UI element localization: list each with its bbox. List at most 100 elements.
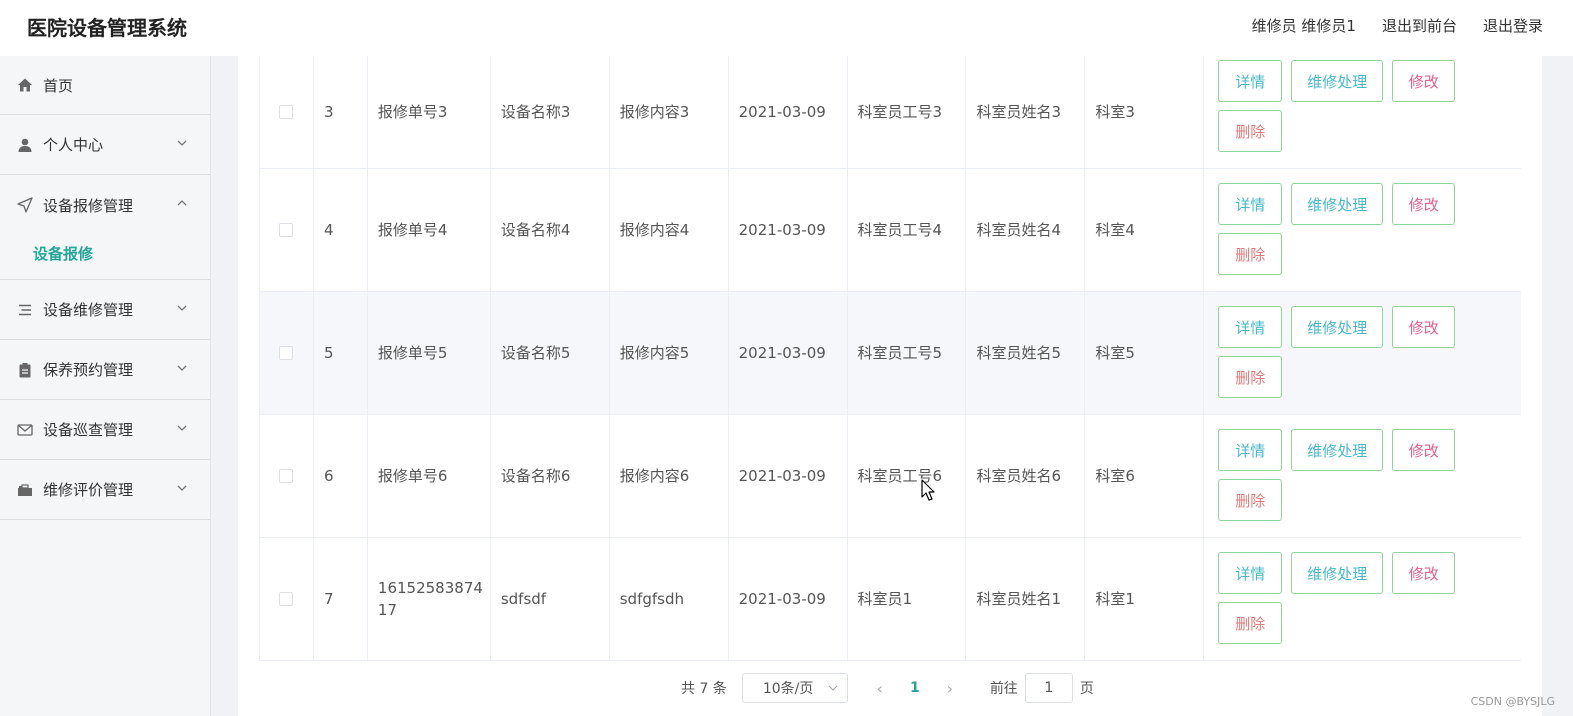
row-checkbox[interactable] [279,223,294,237]
prev-page-button[interactable]: ‹ [860,679,900,698]
row-actions-cell: 详情 维修处理 修改删除 [1204,538,1521,660]
table-row: 7 1615258387417 sdfsdf sdfgfsdh 2021-03-09 科室… [260,538,1521,661]
repair-date-cell: 2021-03-09 [729,169,848,291]
pagination-total: 共 7 条 [681,681,727,697]
repair-order-number-cell: 报修单号5 [368,292,491,414]
page-number[interactable]: 1 [900,680,930,696]
row-checkbox[interactable] [279,346,294,360]
delete-button[interactable]: 删除 [1218,356,1283,398]
chevron-down-icon [177,140,187,146]
staff-name-cell: 科室员姓名1 [966,538,1086,660]
row-index-cell: 3 [314,56,368,168]
row-checkbox-cell [260,415,314,537]
row-checkbox[interactable] [279,105,294,119]
repair-process-button[interactable]: 维修处理 [1291,183,1384,225]
repair-table: 3 报修单号3 设备名称3 报修内容3 2021-03-09 科室员工号3 科室员姓名3 科室… [259,56,1521,661]
department-cell: 科室3 [1085,56,1205,168]
page-size-select[interactable]: 10条/页 [741,673,848,703]
chevron-down-icon [177,365,187,371]
repair-order-number-cell: 报修单号4 [368,169,491,291]
repair-content-cell: sdfgfsdh [610,538,729,660]
row-actions-cell: 详情 维修处理 修改删除 [1204,415,1521,537]
repair-order-number-cell: 报修单号6 [368,415,491,537]
app-title: 医院设备管理系统 [27,16,187,40]
edit-button[interactable]: 修改 [1392,306,1456,348]
department-cell: 科室5 [1085,292,1205,414]
device-name-cell: 设备名称4 [491,169,610,291]
sidebar-item-personal-center[interactable]: 个人中心 [0,115,210,175]
row-actions-cell: 详情 维修处理 修改删除 [1204,56,1521,168]
staff-number-cell: 科室员工号6 [848,415,967,537]
detail-button[interactable]: 详情 [1218,552,1283,594]
staff-name-cell: 科室员姓名6 [966,415,1086,537]
repair-process-button[interactable]: 维修处理 [1291,60,1384,102]
department-cell: 科室4 [1085,169,1205,291]
edit-button[interactable]: 修改 [1392,429,1456,471]
row-checkbox[interactable] [279,469,294,483]
staff-name-cell: 科室员姓名3 [966,56,1086,168]
edit-button[interactable]: 修改 [1392,552,1456,594]
row-actions-cell: 详情 维修处理 修改删除 [1204,292,1521,414]
mail-icon [16,421,34,439]
sidebar-item-repair-management[interactable]: 设备维修管理 [0,280,210,340]
sidebar-item-repair-request-management[interactable]: 设备报修管理 [0,175,210,235]
watermark: CSDN @BYSJLG [1470,695,1555,708]
department-cell: 科室6 [1085,415,1205,537]
repair-process-button[interactable]: 维修处理 [1291,306,1384,348]
detail-button[interactable]: 详情 [1218,429,1283,471]
repair-process-button[interactable]: 维修处理 [1291,552,1384,594]
pagination: 共 7 条 10条/页 ‹ 1 › 前往 页 [681,673,1094,703]
delete-button[interactable]: 删除 [1218,479,1283,521]
detail-button[interactable]: 详情 [1218,183,1283,225]
next-page-button[interactable]: › [930,679,970,698]
row-index-cell: 7 [314,538,368,660]
staff-name-cell: 科室员姓名4 [966,169,1086,291]
sidebar-group-repair-request: 设备报修管理 设备报修 [0,175,210,280]
page-size-value: 10条/页 [762,681,814,697]
mouse-cursor-icon [921,479,935,501]
list-icon [16,301,34,319]
sidebar-item-label: 保养预约管理 [43,361,134,379]
header-actions: 维修员 维修员1 退出到前台 退出登录 [1252,15,1543,36]
sidebar-item-home[interactable]: 首页 [0,56,210,115]
table-row: 6 报修单号6 设备名称6 报修内容6 2021-03-09 科室员工号6 科室员姓名6 科室… [260,415,1521,538]
row-actions: 详情 维修处理 修改删除 [1218,183,1468,275]
goto-page-input[interactable] [1024,673,1073,703]
device-name-cell: sdfsdf [491,538,610,660]
device-name-cell: 设备名称3 [491,56,610,168]
row-checkbox-cell [260,538,314,660]
sidebar-item-repair-evaluation[interactable]: 维修评价管理 [0,460,210,520]
row-index-cell: 5 [314,292,368,414]
repair-process-button[interactable]: 维修处理 [1291,429,1384,471]
logout-link[interactable]: 退出登录 [1483,15,1543,36]
top-header: 医院设备管理系统 维修员 维修员1 退出到前台 退出登录 [0,0,1573,56]
exit-to-frontend-link[interactable]: 退出到前台 [1382,15,1457,36]
sidebar-item-inspection-management[interactable]: 设备巡查管理 [0,400,210,460]
clipboard-icon [16,361,34,379]
table-row: 4 报修单号4 设备名称4 报修内容4 2021-03-09 科室员工号4 科室员姓名4 科室… [260,169,1521,292]
repair-date-cell: 2021-03-09 [729,538,848,660]
repair-date-cell: 2021-03-09 [729,292,848,414]
chevron-down-icon [177,485,187,491]
delete-button[interactable]: 删除 [1218,602,1283,644]
repair-date-cell: 2021-03-09 [729,415,848,537]
row-index-cell: 6 [314,415,368,537]
user-icon [16,136,34,154]
goto-label: 前往 [989,681,1018,697]
row-checkbox-cell [260,169,314,291]
main-content: 3 报修单号3 设备名称3 报修内容3 2021-03-09 科室员工号3 科室员姓名3 科室… [238,56,1542,716]
repair-order-number-cell: 1615258387417 [368,538,491,660]
detail-button[interactable]: 详情 [1218,306,1283,348]
send-icon [16,196,34,214]
edit-button[interactable]: 修改 [1392,183,1456,225]
home-icon [16,76,34,94]
row-actions: 详情 维修处理 修改删除 [1218,306,1468,398]
detail-button[interactable]: 详情 [1218,60,1283,102]
sidebar-item-maintenance-booking[interactable]: 保养预约管理 [0,340,210,400]
row-checkbox[interactable] [279,592,294,606]
delete-button[interactable]: 删除 [1218,110,1283,152]
delete-button[interactable]: 删除 [1218,233,1283,275]
device-name-cell: 设备名称6 [491,415,610,537]
edit-button[interactable]: 修改 [1392,60,1456,102]
page-suffix: 页 [1079,681,1094,697]
